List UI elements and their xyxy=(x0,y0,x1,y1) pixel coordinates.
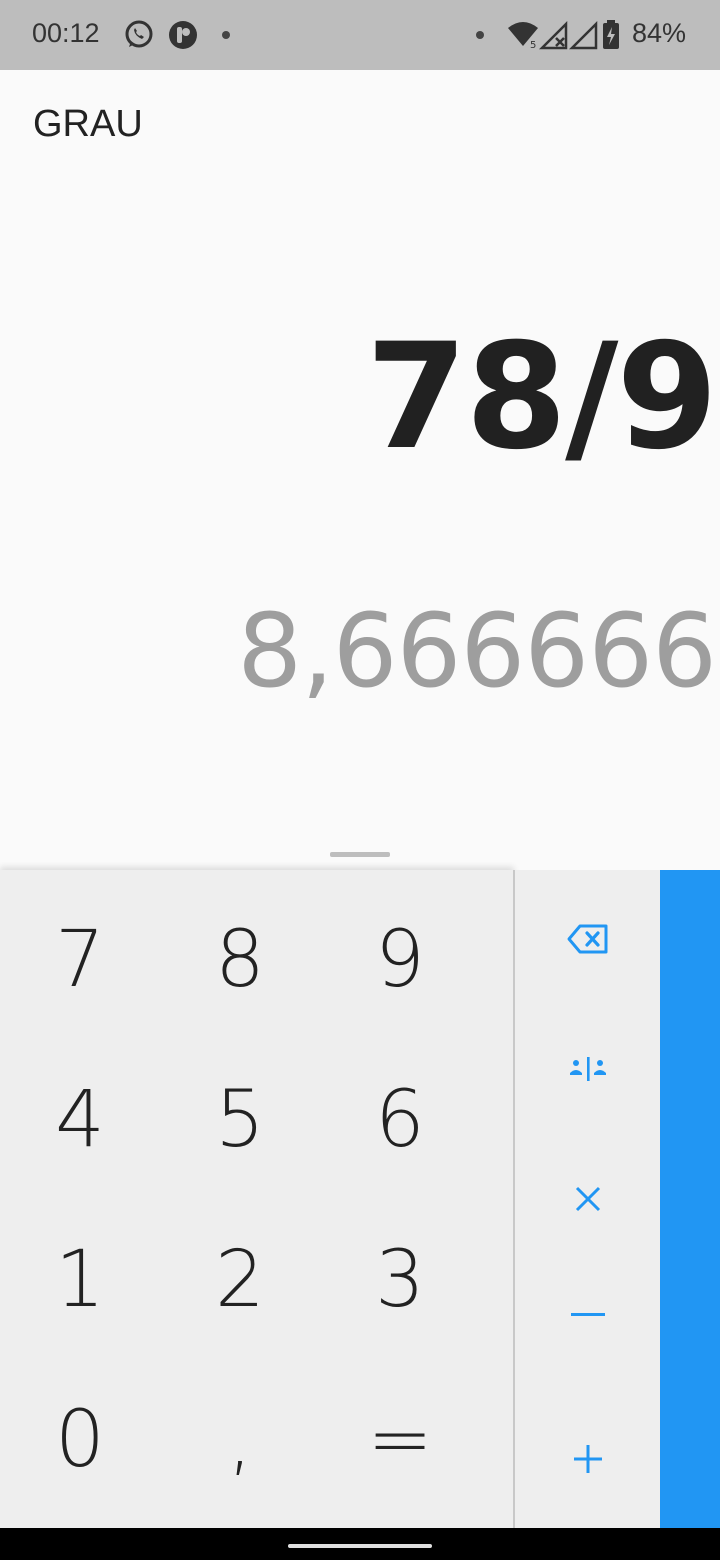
plus-button[interactable] xyxy=(515,1394,660,1524)
angle-mode-label[interactable]: GRAU xyxy=(33,103,143,146)
key-8[interactable]: 8 xyxy=(160,880,320,1040)
dot-icon xyxy=(222,31,230,39)
key-0[interactable]: 0 xyxy=(0,1360,160,1520)
key-equals[interactable]: = xyxy=(320,1360,480,1520)
svg-text:5: 5 xyxy=(530,40,536,51)
key-3[interactable]: 3 xyxy=(320,1200,480,1360)
multiply-button[interactable] xyxy=(515,1134,660,1264)
battery-percentage: 84% xyxy=(631,18,686,48)
divide-icon xyxy=(569,1057,606,1081)
backspace-icon xyxy=(567,924,607,954)
status-bar: 00:12 5 84% xyxy=(0,0,720,70)
key-7[interactable]: 7 xyxy=(0,880,160,1040)
key-6[interactable]: 6 xyxy=(320,1040,480,1200)
minus-button[interactable] xyxy=(515,1250,660,1380)
signal-icon xyxy=(568,20,598,50)
signal-x-icon xyxy=(538,20,568,50)
advanced-functions-panel[interactable] xyxy=(660,870,720,1528)
backspace-button[interactable] xyxy=(515,874,660,1004)
status-time: 00:12 xyxy=(32,18,100,48)
multiply-icon xyxy=(575,1186,600,1212)
key-5[interactable]: 5 xyxy=(160,1040,320,1200)
wifi-icon: 5 xyxy=(508,22,538,51)
app-notification-icon xyxy=(169,21,197,49)
key-2[interactable]: 2 xyxy=(160,1200,320,1360)
divide-button[interactable] xyxy=(515,1004,660,1134)
navigation-bar xyxy=(0,1528,720,1560)
key-9[interactable]: 9 xyxy=(320,880,480,1040)
battery-charging-icon xyxy=(603,20,619,49)
dot-icon xyxy=(476,31,484,39)
home-gesture-handle[interactable] xyxy=(288,1544,432,1548)
plus-icon xyxy=(573,1445,602,1473)
key-4[interactable]: 4 xyxy=(0,1040,160,1200)
whatsapp-icon xyxy=(125,20,153,48)
formula-display[interactable]: 78/9 xyxy=(366,312,718,482)
key-1[interactable]: 1 xyxy=(0,1200,160,1360)
operator-column xyxy=(515,870,660,1528)
minus-icon xyxy=(570,1313,605,1316)
numeric-keypad: 7 8 9 4 5 6 1 2 3 0 , = xyxy=(0,870,514,1528)
drag-handle[interactable] xyxy=(330,852,390,857)
key-decimal-comma[interactable]: , xyxy=(160,1360,320,1520)
result-preview[interactable]: 8,666666 xyxy=(237,592,717,711)
